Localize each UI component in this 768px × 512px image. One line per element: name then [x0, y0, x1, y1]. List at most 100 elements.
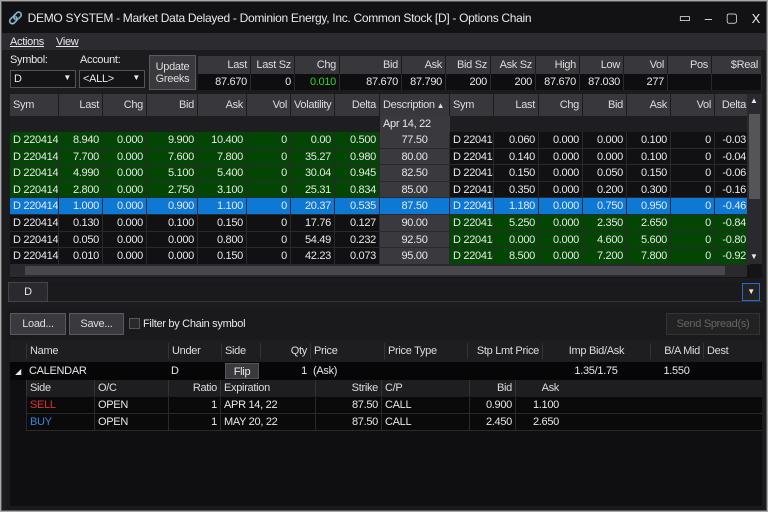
horizontal-scrollbar[interactable]	[10, 264, 747, 277]
put-cell[interactable]: D 220414	[450, 165, 494, 182]
symbol-combo[interactable]: D ▼	[10, 70, 76, 88]
put-cell[interactable]: D 220414	[450, 231, 494, 249]
call-cell[interactable]: 0.000	[147, 248, 198, 265]
put-cell[interactable]: 5.250	[494, 215, 539, 232]
put-cell[interactable]: D 220414	[450, 132, 494, 149]
column-header-chg[interactable]: Chg	[539, 94, 583, 116]
call-cell[interactable]: 0.050	[59, 231, 103, 249]
call-cell[interactable]: 0	[247, 198, 291, 215]
update-greeks-button[interactable]: Update Greeks	[149, 55, 196, 90]
call-cell[interactable]: 0	[247, 165, 291, 182]
tab-d[interactable]: D	[8, 282, 48, 302]
call-cell[interactable]: D 220414	[10, 215, 59, 232]
call-cell[interactable]: 8.940	[59, 132, 103, 149]
put-cell[interactable]: 1.180	[494, 198, 539, 215]
put-cell[interactable]: 0	[671, 198, 715, 215]
call-cell[interactable]: 30.04	[291, 165, 335, 182]
tab-dropdown-icon[interactable]: ▼	[742, 283, 760, 301]
call-cell[interactable]: 0.000	[103, 148, 147, 166]
column-header-description[interactable]: Description ▲	[380, 94, 450, 116]
put-cell[interactable]: -0.46	[715, 198, 750, 215]
call-cell[interactable]: 0	[247, 148, 291, 166]
call-cell[interactable]: 17.76	[291, 215, 335, 232]
call-cell[interactable]: D 220414	[10, 198, 59, 215]
call-cell[interactable]: D 220414	[10, 181, 59, 199]
strike-cell[interactable]: 77.50	[380, 132, 450, 149]
put-cell[interactable]: D 220414	[450, 148, 494, 166]
expand-triangle-icon[interactable]: ◢	[12, 364, 24, 380]
send-spreads-button[interactable]: Send Spread(s)	[666, 313, 760, 335]
call-cell[interactable]: 20.37	[291, 198, 335, 215]
call-cell[interactable]: 10.400	[198, 132, 247, 149]
put-cell[interactable]: 7.800	[627, 248, 671, 265]
put-cell[interactable]: 0.150	[494, 165, 539, 182]
put-cell[interactable]: 0.140	[494, 148, 539, 166]
call-cell[interactable]: 0.900	[147, 198, 198, 215]
column-header-volatility[interactable]: Volatility	[291, 94, 335, 116]
put-cell[interactable]: -0.06	[715, 165, 750, 182]
put-cell[interactable]: 0.950	[627, 198, 671, 215]
put-cell[interactable]: 8.500	[494, 248, 539, 265]
call-cell[interactable]: D 220414	[10, 248, 59, 265]
put-cell[interactable]: 2.350	[583, 215, 627, 232]
put-cell[interactable]: -0.16	[715, 181, 750, 199]
leg-header-expiration[interactable]: Expiration	[220, 380, 315, 396]
column-header-sym[interactable]: Sym	[450, 94, 494, 116]
call-cell[interactable]: 9.900	[147, 132, 198, 149]
call-cell[interactable]: 7.800	[198, 148, 247, 166]
leg-header-strike[interactable]: Strike	[315, 380, 381, 396]
call-cell[interactable]: 0	[247, 181, 291, 199]
save-button[interactable]: Save...	[69, 313, 124, 335]
put-cell[interactable]: 0	[671, 248, 715, 265]
call-cell[interactable]: 0.150	[198, 248, 247, 265]
close-icon[interactable]: X	[752, 11, 761, 26]
call-cell[interactable]: 0.000	[103, 198, 147, 215]
expiry-group-header[interactable]: Apr 14, 22	[380, 116, 450, 132]
scroll-down-icon[interactable]: ▼	[750, 252, 758, 261]
put-cell[interactable]: D 220414	[450, 181, 494, 199]
call-cell[interactable]: 0.073	[335, 248, 380, 265]
column-header-bid[interactable]: Bid	[583, 94, 627, 116]
spread-header-bamid[interactable]: B/A Mid	[650, 343, 703, 359]
scroll-up-icon[interactable]: ▲	[750, 96, 758, 105]
strike-cell[interactable]: 82.50	[380, 165, 450, 182]
put-cell[interactable]: 0	[671, 181, 715, 199]
column-header-chg[interactable]: Chg	[103, 94, 147, 116]
put-cell[interactable]: 2.650	[627, 215, 671, 232]
put-cell[interactable]: 7.200	[583, 248, 627, 265]
put-cell[interactable]: 0	[671, 165, 715, 182]
column-header-delta[interactable]: Delta	[715, 94, 750, 116]
call-cell[interactable]: 0.500	[335, 132, 380, 149]
call-cell[interactable]: 54.49	[291, 231, 335, 249]
put-cell[interactable]: 0	[671, 215, 715, 232]
maximize-icon[interactable]: ▢	[726, 10, 738, 26]
call-cell[interactable]: 0.000	[103, 132, 147, 149]
call-cell[interactable]: 5.400	[198, 165, 247, 182]
call-cell[interactable]: 0	[247, 132, 291, 149]
call-cell[interactable]: 0.834	[335, 181, 380, 199]
put-cell[interactable]: 0.000	[494, 231, 539, 249]
put-cell[interactable]: 0.300	[627, 181, 671, 199]
restore-layout-icon[interactable]: ▭	[679, 10, 691, 26]
call-cell[interactable]: 0.232	[335, 231, 380, 249]
leg-header-bid[interactable]: Bid	[469, 380, 515, 396]
column-header-sym[interactable]: Sym	[10, 94, 59, 116]
put-cell[interactable]: -0.03	[715, 132, 750, 149]
call-cell[interactable]: 0	[247, 215, 291, 232]
put-cell[interactable]: 0.060	[494, 132, 539, 149]
call-cell[interactable]: 0.980	[335, 148, 380, 166]
call-cell[interactable]: 0	[247, 248, 291, 265]
call-cell[interactable]: 0.000	[147, 231, 198, 249]
call-cell[interactable]: D 220414	[10, 231, 59, 249]
call-cell[interactable]: 0.000	[103, 181, 147, 199]
put-cell[interactable]: 0.050	[583, 165, 627, 182]
leg-header-cp[interactable]: C/P	[381, 380, 469, 396]
call-cell[interactable]: 4.990	[59, 165, 103, 182]
column-header-delta[interactable]: Delta	[335, 94, 380, 116]
leg-header-oc[interactable]: O/C	[94, 380, 168, 396]
call-cell[interactable]: 0.010	[59, 248, 103, 265]
put-cell[interactable]: 0.150	[627, 165, 671, 182]
spread-header-impbidask[interactable]: Imp Bid/Ask	[542, 343, 650, 359]
put-cell[interactable]: -0.04	[715, 148, 750, 166]
put-cell[interactable]: 0.000	[539, 231, 583, 249]
